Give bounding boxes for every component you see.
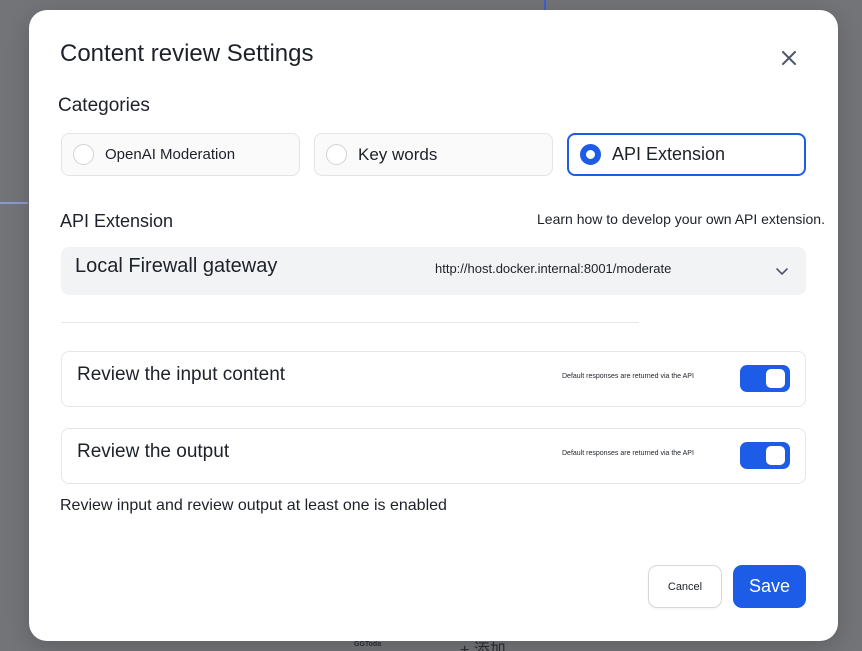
category-label: OpenAI Moderation: [105, 146, 236, 163]
chevron-down-icon: [776, 268, 788, 275]
dialog-title: Content review Settings: [60, 40, 314, 67]
radio-selected-icon[interactable]: [580, 144, 601, 165]
content-review-settings-dialog: Content review Settings Categories OpenA…: [29, 10, 838, 641]
radio-icon[interactable]: [73, 144, 94, 165]
divider: [61, 322, 639, 323]
review-output-title: Review the output: [77, 441, 230, 462]
toggle-knob: [766, 369, 785, 388]
cancel-button[interactable]: Cancel: [648, 565, 722, 608]
review-output-toggle[interactable]: [740, 442, 790, 469]
background-tab-indicator: [0, 202, 28, 204]
review-input-description: Default responses are returned via the A…: [562, 373, 694, 380]
category-label: Key words: [358, 144, 438, 164]
api-extension-select[interactable]: Local Firewall gateway http://host.docke…: [61, 247, 806, 295]
category-openai-moderation[interactable]: OpenAI Moderation: [61, 133, 300, 176]
background-divider: [544, 0, 546, 10]
review-hint: Review input and review output at least …: [60, 497, 447, 514]
radio-icon[interactable]: [326, 144, 347, 165]
selected-extension-url: http://host.docker.internal:8001/moderat…: [435, 261, 672, 276]
category-label: API Extension: [612, 144, 726, 164]
categories-label: Categories: [58, 95, 150, 116]
review-input-title: Review the input content: [77, 364, 286, 385]
review-output-card: Review the output Default responses are …: [61, 428, 806, 484]
review-input-card: Review the input content Default respons…: [61, 351, 806, 407]
background-label: GGToda: [354, 641, 382, 648]
close-icon: [782, 51, 796, 65]
category-api-extension[interactable]: API Extension: [567, 133, 806, 176]
api-extension-label: API Extension: [60, 211, 174, 231]
save-button[interactable]: Save: [733, 565, 806, 608]
learn-api-extension-link[interactable]: Learn how to develop your own API extens…: [537, 211, 825, 227]
category-key-words[interactable]: Key words: [314, 133, 553, 176]
selected-extension-name: Local Firewall gateway: [75, 255, 278, 277]
close-button[interactable]: [777, 46, 801, 70]
review-output-description: Default responses are returned via the A…: [562, 450, 694, 457]
toggle-knob: [766, 446, 785, 465]
review-input-toggle[interactable]: [740, 365, 790, 392]
